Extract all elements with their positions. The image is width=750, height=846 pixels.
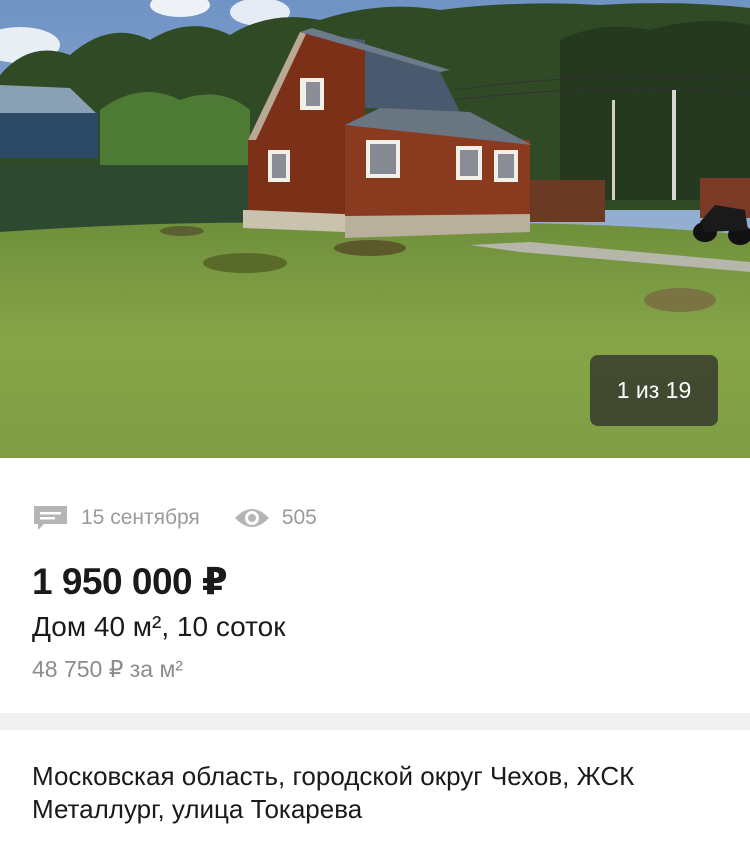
price-per-square-meter: 48 750 ₽ за м² — [32, 656, 183, 682]
listing-address[interactable]: Московская область, городской округ Чехо… — [32, 760, 722, 826]
listing-photo[interactable]: 1 из 19 — [0, 0, 750, 458]
section-divider — [0, 713, 750, 730]
message-icon — [32, 504, 69, 532]
listing-title: Дом 40 м², 10 соток — [32, 611, 286, 642]
photo-counter: 1 из 19 — [590, 355, 718, 426]
publish-date: 15 сентября — [81, 506, 200, 529]
views-count: 505 — [281, 506, 317, 529]
eye-icon — [234, 506, 270, 530]
listing-price: 1 950 000 ₽ — [32, 561, 228, 602]
listing-meta: 15 сентября 505 — [32, 504, 317, 532]
